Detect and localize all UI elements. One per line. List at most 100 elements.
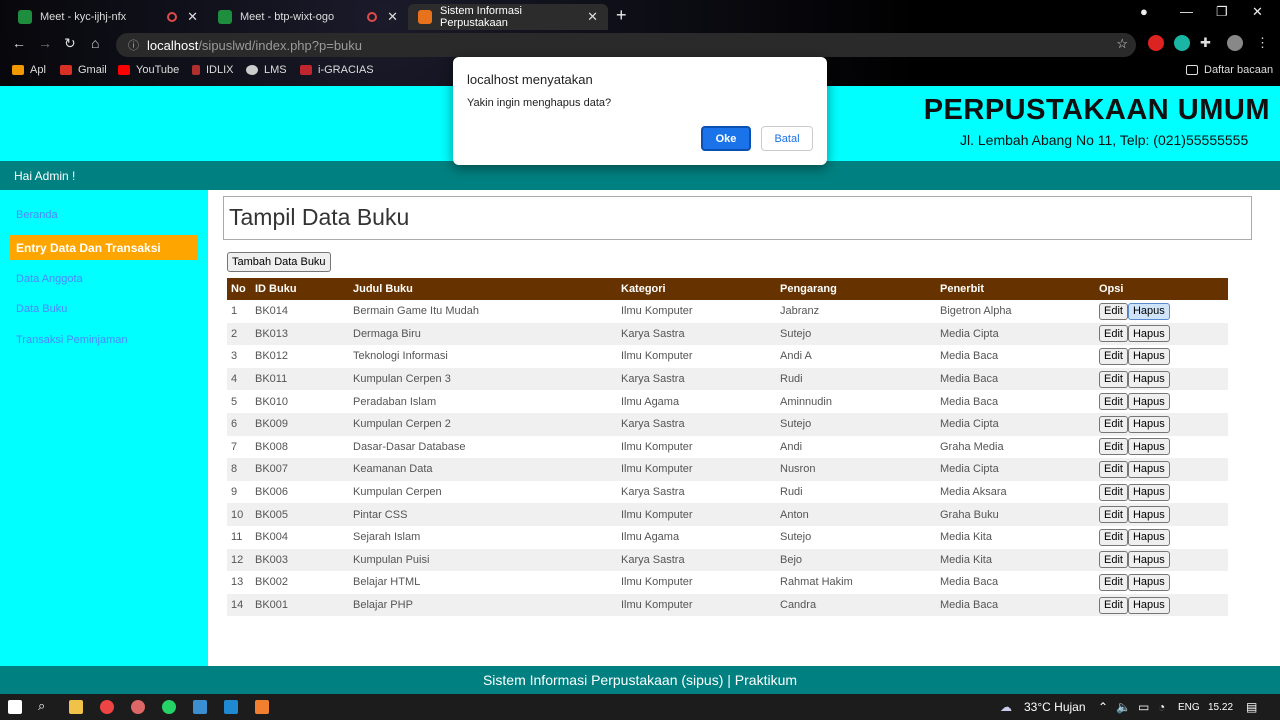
- bookmark-youtube[interactable]: YouTube: [118, 64, 179, 76]
- bookmark-apps[interactable]: Apl: [12, 64, 46, 76]
- table-cell: BK004: [255, 531, 289, 544]
- tab-title: Sistem Informasi Perpustakaan: [440, 5, 522, 29]
- table-cell: 5: [231, 395, 238, 408]
- chevron-up-icon[interactable]: ⌃: [1098, 700, 1108, 714]
- cancel-button[interactable]: Batal: [761, 126, 813, 151]
- menu-icon[interactable]: ⋮: [1256, 35, 1272, 51]
- extension-icon[interactable]: [1148, 35, 1164, 51]
- xampp-icon[interactable]: [255, 700, 269, 714]
- delete-button[interactable]: Hapus: [1127, 483, 1170, 501]
- file-explorer-icon[interactable]: [69, 700, 83, 714]
- table-cell: BK007: [255, 463, 289, 476]
- search-icon[interactable]: ⌕: [38, 698, 52, 713]
- language-indicator[interactable]: ENG: [1178, 702, 1200, 713]
- edit-button[interactable]: Edit: [1099, 370, 1128, 388]
- whatsapp-icon[interactable]: [162, 700, 176, 714]
- table-cell: BK002: [255, 576, 289, 589]
- edit-button[interactable]: Edit: [1099, 483, 1128, 501]
- sidebar-item-data-buku[interactable]: Data Buku: [16, 303, 67, 315]
- reading-list[interactable]: Daftar bacaan: [1186, 64, 1273, 76]
- delete-button[interactable]: Hapus: [1127, 596, 1170, 614]
- table-cell: Ilmu Agama: [621, 395, 680, 408]
- close-icon[interactable]: ✕: [187, 9, 198, 25]
- address-bar[interactable]: ⓘ localhost /sipuslwd/index.php?p=buku ☆: [116, 33, 1136, 57]
- windows-start-icon[interactable]: [8, 700, 22, 714]
- edit-button[interactable]: Edit: [1099, 506, 1128, 524]
- reload-icon[interactable]: ↻: [64, 35, 76, 52]
- edit-button[interactable]: Edit: [1099, 302, 1128, 320]
- bookmark-igracias[interactable]: i-GRACIAS: [300, 64, 374, 76]
- edit-button[interactable]: Edit: [1099, 393, 1128, 411]
- notification-icon[interactable]: ▤: [1246, 700, 1257, 714]
- battery-icon[interactable]: ▭: [1138, 700, 1149, 714]
- wifi-icon[interactable]: ◔: [1158, 700, 1165, 714]
- bookmark-idlix[interactable]: IDLIX: [192, 64, 234, 76]
- edit-button[interactable]: Edit: [1099, 573, 1128, 591]
- edit-button[interactable]: Edit: [1099, 347, 1128, 365]
- sidebar-item-transaksi[interactable]: Transaksi Peminjaman: [16, 334, 127, 346]
- maximize-icon[interactable]: ❐: [1216, 4, 1228, 20]
- vscode-icon[interactable]: [224, 700, 238, 714]
- sidebar-item-data-anggota[interactable]: Data Anggota: [16, 273, 83, 285]
- table-row: 12 BK003 Kumpulan Puisi Karya Sastra Bejo Med…: [227, 548, 1228, 572]
- app-icon[interactable]: [193, 700, 207, 714]
- edit-button[interactable]: Edit: [1099, 325, 1128, 343]
- address-row: ← → ↻ ⌂ ⓘ localhost /sipuslwd/index.php?…: [0, 30, 1280, 58]
- delete-button[interactable]: Hapus: [1127, 551, 1170, 569]
- edit-button[interactable]: Edit: [1099, 528, 1128, 546]
- close-window-icon[interactable]: ✕: [1252, 4, 1263, 20]
- table-cell: Karya Sastra: [621, 486, 685, 499]
- close-icon[interactable]: ✕: [587, 9, 598, 25]
- delete-button[interactable]: Hapus: [1127, 438, 1170, 456]
- edit-button[interactable]: Edit: [1099, 596, 1128, 614]
- extension-icon[interactable]: [1174, 35, 1190, 51]
- volume-icon[interactable]: 🔈: [1116, 700, 1131, 714]
- recording-icon: [167, 12, 178, 22]
- minimize-icon[interactable]: —: [1180, 4, 1193, 19]
- extensions-puzzle-icon[interactable]: ✚: [1200, 35, 1216, 51]
- forward-icon[interactable]: →: [38, 35, 52, 51]
- back-icon[interactable]: ←: [12, 35, 26, 51]
- tab-search-icon[interactable]: ●: [1140, 4, 1148, 19]
- avatar[interactable]: [1227, 35, 1243, 51]
- edit-button[interactable]: Edit: [1099, 551, 1128, 569]
- delete-button[interactable]: Hapus: [1127, 393, 1170, 411]
- xampp-icon: [418, 10, 432, 24]
- delete-button[interactable]: Hapus: [1127, 302, 1170, 320]
- delete-button[interactable]: Hapus: [1127, 528, 1170, 546]
- sidebar-item-entry-data[interactable]: Entry Data Dan Transaksi: [10, 235, 198, 260]
- delete-button[interactable]: Hapus: [1127, 325, 1170, 343]
- bookmark-lms[interactable]: LMS: [246, 64, 287, 76]
- tab-meet-2[interactable]: Meet - btp-wixt-ogo ✕: [208, 4, 408, 30]
- delete-button[interactable]: Hapus: [1127, 347, 1170, 365]
- chrome-icon[interactable]: [100, 700, 114, 714]
- table-cell: 2: [231, 327, 238, 340]
- tab-sipus[interactable]: Sistem Informasi Perpustakaan ✕: [408, 4, 608, 30]
- delete-button[interactable]: Hapus: [1127, 573, 1170, 591]
- weather-text[interactable]: 33°C Hujan: [1024, 700, 1086, 714]
- edit-button[interactable]: Edit: [1099, 415, 1128, 433]
- new-tab-icon[interactable]: +: [616, 5, 627, 26]
- table-cell: Media Baca: [940, 599, 999, 612]
- info-icon[interactable]: ⓘ: [128, 37, 139, 53]
- add-book-button[interactable]: Tambah Data Buku: [227, 252, 331, 272]
- idlix-icon: [192, 65, 200, 75]
- clock[interactable]: 15.22: [1208, 702, 1233, 713]
- weather-icon[interactable]: ☁: [1000, 700, 1012, 714]
- home-icon[interactable]: ⌂: [91, 35, 99, 51]
- windows-taskbar: ⌕ ☁ 33°C Hujan ⌃ 🔈 ▭ ◔ ENG 15.22 ▤: [0, 694, 1280, 720]
- ok-button[interactable]: Oke: [701, 126, 751, 151]
- edit-button[interactable]: Edit: [1099, 438, 1128, 456]
- bookmark-gmail[interactable]: Gmail: [60, 64, 107, 76]
- delete-button[interactable]: Hapus: [1127, 506, 1170, 524]
- chrome-active-icon[interactable]: [131, 700, 145, 714]
- sidebar-item-beranda[interactable]: Beranda: [16, 209, 58, 221]
- edit-button[interactable]: Edit: [1099, 460, 1128, 478]
- delete-button[interactable]: Hapus: [1127, 415, 1170, 433]
- column-header: Opsi: [1099, 283, 1124, 295]
- tab-meet-1[interactable]: Meet - kyc-ijhj-nfx ✕: [8, 4, 208, 30]
- close-icon[interactable]: ✕: [387, 9, 398, 25]
- delete-button[interactable]: Hapus: [1127, 460, 1170, 478]
- delete-button[interactable]: Hapus: [1127, 370, 1170, 388]
- star-icon[interactable]: ☆: [1116, 36, 1128, 52]
